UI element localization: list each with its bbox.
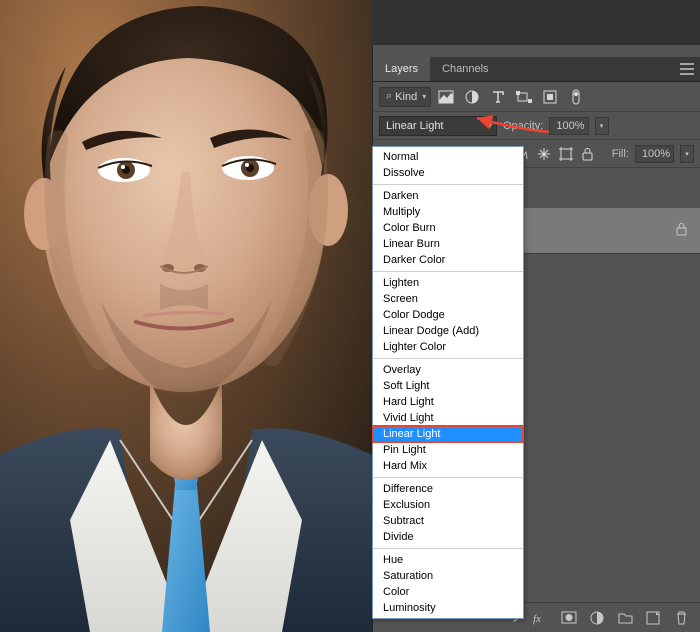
tab-layers[interactable]: Layers	[373, 57, 430, 81]
blend-mode-option[interactable]: Difference	[373, 481, 523, 497]
blend-mode-option[interactable]: Hue	[373, 552, 523, 568]
lock-icon	[675, 222, 688, 239]
fill-flyout[interactable]: ▾	[680, 145, 694, 163]
search-icon: ⌕	[386, 90, 392, 103]
dropdown-separator	[373, 184, 523, 185]
blend-opacity-row: Linear Light ▾ Opacity: 100% ▾	[373, 112, 700, 140]
blend-mode-option[interactable]: Divide	[373, 529, 523, 545]
blend-mode-option[interactable]: Exclusion	[373, 497, 523, 513]
tab-channels[interactable]: Channels	[430, 57, 500, 81]
blend-mode-option[interactable]: Lighten	[373, 275, 523, 291]
adjustment-layer-icon[interactable]	[586, 607, 608, 629]
blend-mode-option[interactable]: Dissolve	[373, 165, 523, 181]
dropdown-separator	[373, 358, 523, 359]
fill-value: 100%	[642, 148, 670, 160]
tab-label: Layers	[385, 63, 418, 75]
filter-shape-icon[interactable]	[513, 86, 535, 108]
filter-kind-select[interactable]: ⌕ Kind ▾	[379, 87, 431, 107]
opacity-value: 100%	[556, 120, 584, 132]
tab-label: Channels	[442, 63, 488, 75]
blend-mode-option[interactable]: Hard Mix	[373, 458, 523, 474]
blend-mode-option[interactable]: Lighter Color	[373, 339, 523, 355]
lock-position-icon[interactable]	[534, 144, 554, 164]
blend-mode-option[interactable]: Pin Light	[373, 442, 523, 458]
chevron-down-icon: ▾	[488, 121, 492, 130]
dropdown-separator	[373, 548, 523, 549]
filter-adjustment-icon[interactable]	[461, 86, 483, 108]
delete-layer-icon[interactable]	[670, 607, 692, 629]
blend-mode-option[interactable]: Color	[373, 584, 523, 600]
blend-mode-option[interactable]: Screen	[373, 291, 523, 307]
filter-kind-label: Kind	[395, 91, 417, 103]
layer-style-icon[interactable]: fx	[530, 607, 552, 629]
blend-mode-option[interactable]: Darker Color	[373, 252, 523, 268]
layer-mask-icon[interactable]	[558, 607, 580, 629]
dropdown-separator	[373, 271, 523, 272]
blend-mode-option[interactable]: Color Burn	[373, 220, 523, 236]
blend-mode-select[interactable]: Linear Light ▾	[379, 116, 497, 136]
app-dark-top	[372, 0, 700, 45]
document-canvas[interactable]	[0, 0, 372, 632]
filter-smartobject-icon[interactable]	[539, 86, 561, 108]
blend-mode-option[interactable]: Color Dodge	[373, 307, 523, 323]
filter-toggle-icon[interactable]	[565, 86, 587, 108]
dropdown-separator	[373, 477, 523, 478]
blend-mode-option[interactable]: Linear Dodge (Add)	[373, 323, 523, 339]
fill-label: Fill:	[612, 148, 629, 160]
blend-mode-option[interactable]: Subtract	[373, 513, 523, 529]
blend-mode-option[interactable]: Saturation	[373, 568, 523, 584]
opacity-label: Opacity:	[503, 120, 543, 132]
svg-text:fx: fx	[533, 613, 541, 625]
blend-mode-current: Linear Light	[386, 120, 444, 132]
panel-menu-icon[interactable]	[680, 63, 694, 78]
opacity-input[interactable]: 100%	[549, 117, 588, 135]
group-icon[interactable]	[614, 607, 636, 629]
blend-mode-option[interactable]: Multiply	[373, 204, 523, 220]
blend-mode-option[interactable]: Luminosity	[373, 600, 523, 616]
blend-mode-option[interactable]: Linear Light	[373, 426, 523, 442]
chevron-down-icon: ▾	[422, 92, 426, 101]
blend-mode-option[interactable]: Soft Light	[373, 378, 523, 394]
blend-mode-option[interactable]: Linear Burn	[373, 236, 523, 252]
blend-mode-option[interactable]: Vivid Light	[373, 410, 523, 426]
fill-input[interactable]: 100%	[635, 145, 674, 163]
filter-pixel-icon[interactable]	[435, 86, 457, 108]
new-layer-icon[interactable]	[642, 607, 664, 629]
opacity-flyout[interactable]: ▾	[595, 117, 609, 135]
blend-mode-option[interactable]: Normal	[373, 149, 523, 165]
blend-mode-option[interactable]: Hard Light	[373, 394, 523, 410]
lock-artboard-icon[interactable]	[556, 144, 576, 164]
lock-all-icon[interactable]	[578, 144, 598, 164]
blend-mode-dropdown[interactable]: NormalDissolveDarkenMultiplyColor BurnLi…	[372, 146, 524, 619]
blend-mode-option[interactable]: Darken	[373, 188, 523, 204]
panel-tab-bar: Layers Channels	[373, 57, 700, 82]
filter-type-icon[interactable]	[487, 86, 509, 108]
layer-filter-row: ⌕ Kind ▾	[373, 82, 700, 112]
blend-mode-option[interactable]: Overlay	[373, 362, 523, 378]
